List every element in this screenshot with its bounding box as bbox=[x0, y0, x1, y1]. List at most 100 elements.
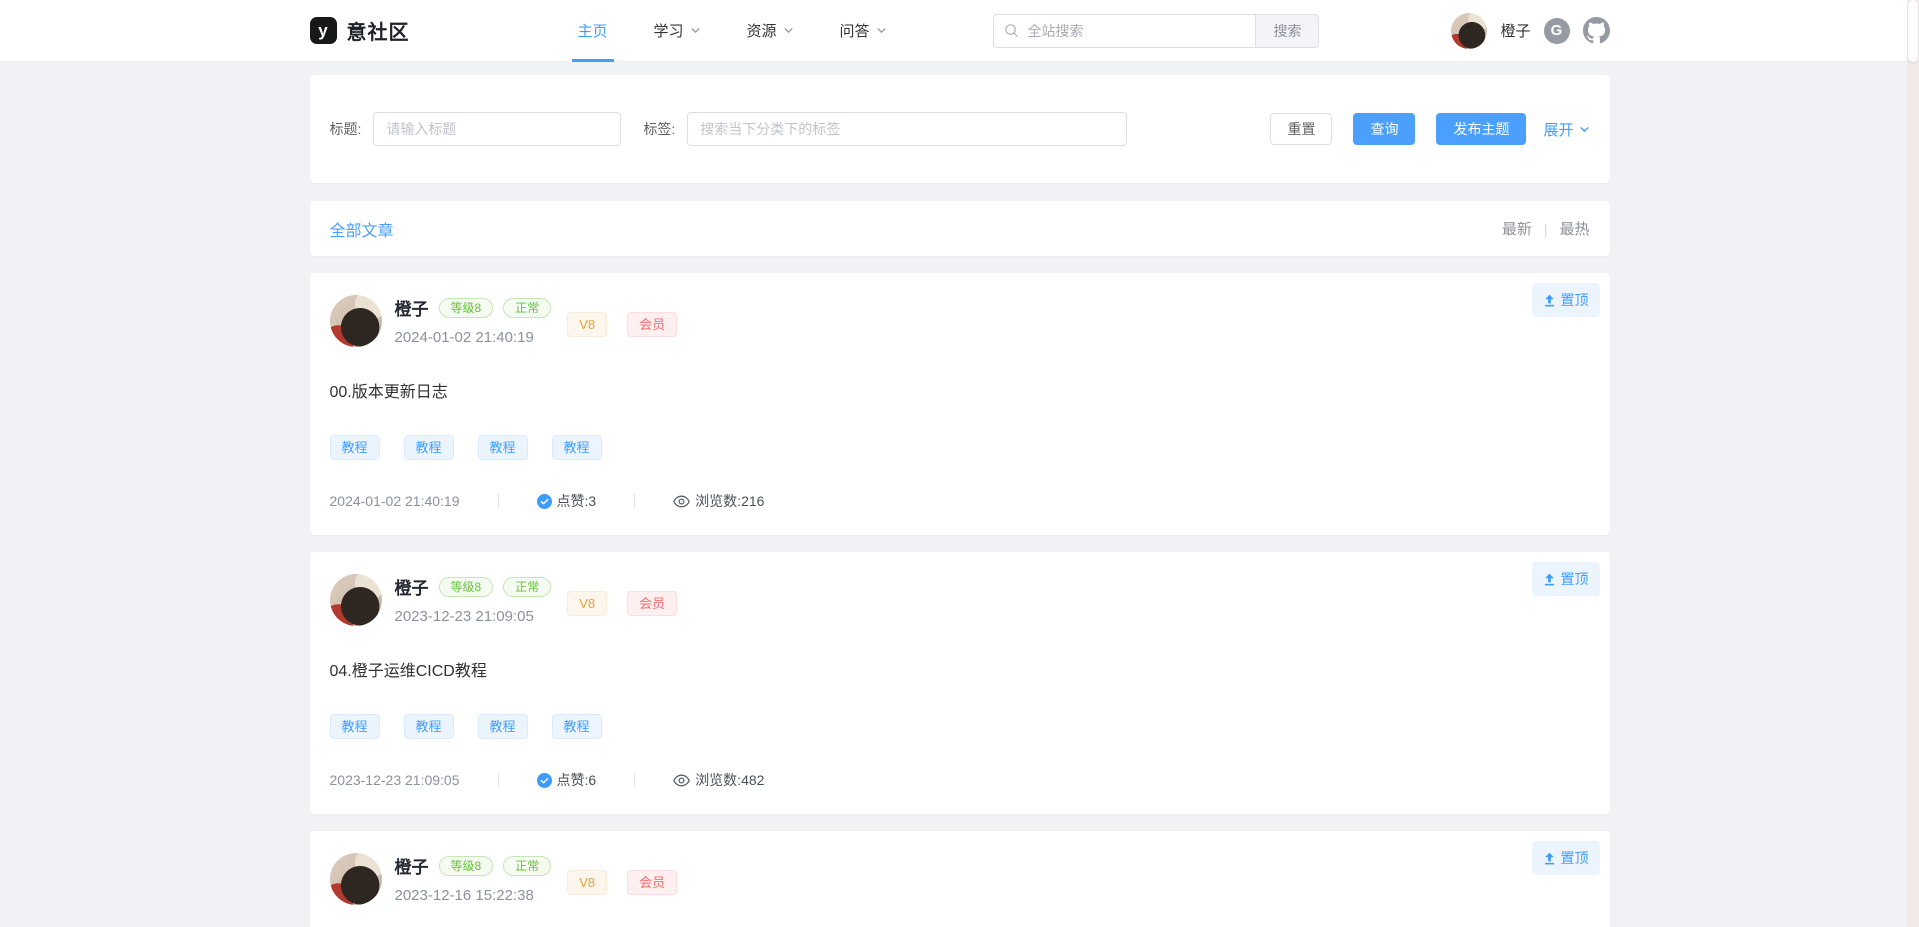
search-icon bbox=[1004, 23, 1019, 38]
nav-item-learn[interactable]: 学习 bbox=[654, 0, 701, 62]
nav-label-home: 主页 bbox=[578, 20, 608, 41]
status-badge: 正常 bbox=[503, 856, 551, 876]
chevron-down-icon bbox=[876, 25, 887, 36]
nav-item-qa[interactable]: 问答 bbox=[840, 0, 887, 62]
level-badge: 等级8 bbox=[439, 577, 494, 597]
views-count: 浏览数:482 bbox=[695, 770, 764, 790]
author-avatar[interactable] bbox=[330, 853, 382, 905]
nav-item-home[interactable]: 主页 bbox=[578, 0, 608, 62]
eye-icon bbox=[673, 495, 690, 508]
tag-chip[interactable]: 教程 bbox=[330, 435, 380, 460]
likes-count: 点赞:6 bbox=[557, 770, 597, 790]
title-filter-input[interactable] bbox=[373, 112, 621, 146]
level-badge: 等级8 bbox=[439, 856, 494, 876]
sort-separator: | bbox=[1544, 221, 1548, 237]
header-inner: y 意社区 主页 学习 资源 问答 搜索 bbox=[310, 0, 1610, 61]
tags-row: 教程 教程 教程 教程 bbox=[330, 435, 1590, 460]
title-filter-label: 标题: bbox=[330, 119, 362, 139]
filter-actions: 重置 查询 发布主题 展开 bbox=[1270, 113, 1589, 145]
tag-chip[interactable]: 教程 bbox=[478, 435, 528, 460]
list-header-bar: 全部文章 最新 | 最热 bbox=[310, 201, 1610, 256]
pin-top-icon bbox=[1543, 294, 1556, 307]
author-row: 橙子 等级8 正常 2023-12-16 15:22:38 V8 会员 bbox=[330, 853, 1590, 905]
post-created-date: 2023-12-16 15:22:38 bbox=[395, 887, 552, 904]
tags-row: 教程 教程 教程 教程 bbox=[330, 714, 1590, 739]
post-title[interactable]: 04.橙子运维CICD教程 bbox=[330, 657, 1590, 681]
tag-chip[interactable]: 教程 bbox=[478, 714, 528, 739]
expand-toggle[interactable]: 展开 bbox=[1543, 119, 1589, 140]
like-check-icon bbox=[537, 773, 552, 788]
likes-count: 点赞:3 bbox=[557, 491, 597, 511]
pin-top-icon bbox=[1543, 852, 1556, 865]
author-avatar[interactable] bbox=[330, 295, 382, 347]
search-input[interactable] bbox=[1027, 23, 1245, 39]
author-badges: V8 会员 bbox=[567, 312, 677, 337]
views-stat: 浏览数:216 bbox=[673, 491, 764, 511]
reset-button[interactable]: 重置 bbox=[1270, 113, 1332, 145]
author-badges: V8 会员 bbox=[567, 870, 677, 895]
nav-label-resources: 资源 bbox=[747, 20, 777, 41]
nav-item-resources[interactable]: 资源 bbox=[747, 0, 794, 62]
github-icon[interactable] bbox=[1583, 17, 1610, 44]
top-header: y 意社区 主页 学习 资源 问答 搜索 bbox=[0, 0, 1919, 62]
member-badge: 会员 bbox=[627, 870, 677, 895]
post-created-date: 2024-01-02 21:40:19 bbox=[395, 329, 552, 346]
vip-badge: V8 bbox=[567, 312, 607, 337]
search-button[interactable]: 搜索 bbox=[1255, 14, 1319, 48]
vip-badge: V8 bbox=[567, 870, 607, 895]
pin-button[interactable]: 置顶 bbox=[1532, 841, 1600, 875]
divider bbox=[634, 773, 635, 787]
sort-hottest[interactable]: 最热 bbox=[1559, 218, 1589, 239]
filter-bar: 标题: 标签: 重置 查询 发布主题 展开 bbox=[310, 75, 1610, 183]
post-card[interactable]: 置顶 橙子 等级8 正常 2023-12-23 21:09:05 V8 会员 0… bbox=[310, 552, 1610, 814]
user-area: 橙子 G bbox=[1451, 13, 1609, 49]
post-date: 2024-01-02 21:40:19 bbox=[330, 493, 460, 509]
tag-chip[interactable]: 教程 bbox=[552, 435, 602, 460]
divider bbox=[498, 773, 499, 787]
author-name[interactable]: 橙子 bbox=[395, 295, 429, 320]
publish-topic-button[interactable]: 发布主题 bbox=[1436, 113, 1526, 145]
scrollbar-thumb[interactable] bbox=[1908, 0, 1918, 62]
status-badge: 正常 bbox=[503, 577, 551, 597]
pin-button[interactable]: 置顶 bbox=[1532, 562, 1600, 596]
post-title[interactable]: 00.版本更新日志 bbox=[330, 378, 1590, 402]
status-badge: 正常 bbox=[503, 298, 551, 318]
author-name[interactable]: 橙子 bbox=[395, 853, 429, 878]
post-card[interactable]: 置顶 橙子 等级8 正常 2024-01-02 21:40:19 V8 会员 0… bbox=[310, 273, 1610, 535]
eye-icon bbox=[673, 774, 690, 787]
tag-chip[interactable]: 教程 bbox=[404, 435, 454, 460]
author-row: 橙子 等级8 正常 2024-01-02 21:40:19 V8 会员 bbox=[330, 295, 1590, 347]
tag-filter-input[interactable] bbox=[687, 112, 1127, 146]
expand-label: 展开 bbox=[1543, 119, 1573, 140]
post-footer: 2023-12-23 21:09:05 点赞:6 浏览数:482 bbox=[330, 770, 1590, 790]
likes-stat: 点赞:6 bbox=[537, 770, 597, 790]
author-info: 橙子 等级8 正常 2023-12-16 15:22:38 bbox=[395, 853, 552, 904]
tag-chip[interactable]: 教程 bbox=[330, 714, 380, 739]
tag-chip[interactable]: 教程 bbox=[552, 714, 602, 739]
nav-label-qa: 问答 bbox=[840, 20, 870, 41]
post-card[interactable]: 置顶 橙子 等级8 正常 2023-12-16 15:22:38 V8 会员 bbox=[310, 831, 1610, 927]
all-articles-tab[interactable]: 全部文章 bbox=[330, 217, 394, 241]
global-search: 搜索 bbox=[993, 14, 1319, 48]
search-input-box bbox=[993, 14, 1255, 48]
avatar[interactable] bbox=[1451, 13, 1487, 49]
gitee-icon[interactable]: G bbox=[1544, 18, 1570, 44]
sort-group: 最新 | 最热 bbox=[1502, 218, 1590, 239]
nav-label-learn: 学习 bbox=[654, 20, 684, 41]
author-info: 橙子 等级8 正常 2023-12-23 21:09:05 bbox=[395, 574, 552, 625]
chevron-down-icon bbox=[783, 25, 794, 36]
author-name[interactable]: 橙子 bbox=[395, 574, 429, 599]
chevron-down-icon bbox=[690, 25, 701, 36]
scrollbar-track[interactable] bbox=[1907, 0, 1919, 927]
level-badge: 等级8 bbox=[439, 298, 494, 318]
sort-newest[interactable]: 最新 bbox=[1502, 218, 1532, 239]
author-badges: V8 会员 bbox=[567, 591, 677, 616]
user-name[interactable]: 橙子 bbox=[1500, 20, 1530, 41]
tag-chip[interactable]: 教程 bbox=[404, 714, 454, 739]
query-button[interactable]: 查询 bbox=[1353, 113, 1415, 145]
author-row: 橙子 等级8 正常 2023-12-23 21:09:05 V8 会员 bbox=[330, 574, 1590, 626]
brand[interactable]: y 意社区 bbox=[310, 16, 410, 45]
member-badge: 会员 bbox=[627, 591, 677, 616]
author-avatar[interactable] bbox=[330, 574, 382, 626]
pin-button[interactable]: 置顶 bbox=[1532, 283, 1600, 317]
